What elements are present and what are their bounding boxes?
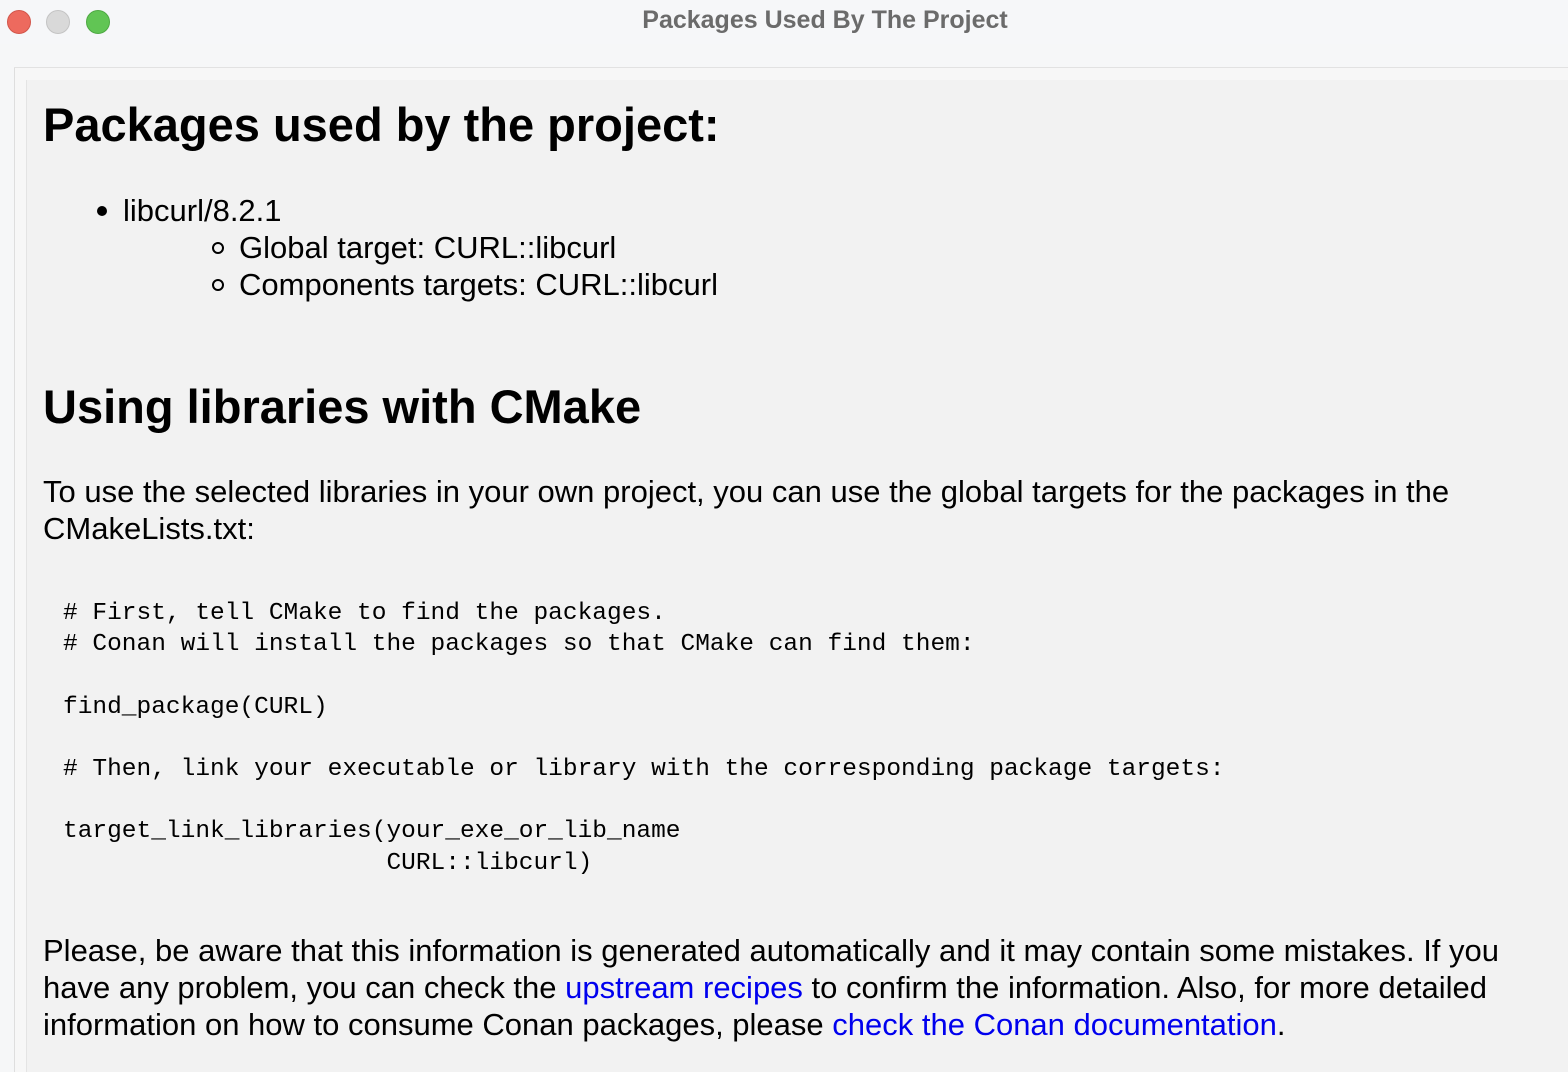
intro-line-1: To use the selected libraries in your ow… [43,474,1450,509]
bullet-disc-icon [97,206,107,216]
disclaimer-text: . [1276,1007,1286,1042]
package-detail-global-target: Global target: CURL::libcurl [123,229,718,266]
package-details-list: Global target: CURL::libcurl Components … [123,229,718,303]
code-line: find_package(CURL) [63,693,328,721]
intro-line-2: CMakeLists.txt: [43,511,255,546]
package-detail-text: Global target: CURL::libcurl [239,230,617,265]
conan-documentation-link[interactable]: check the Conan documentation [832,1007,1277,1042]
bullet-circle-icon [212,242,224,254]
code-line: # Conan will install the packages so tha… [63,631,975,659]
window-title: Packages Used By The Project [642,6,1008,34]
cmake-heading: Using libraries with CMake [43,380,642,433]
code-line: # Then, link your executable or library … [63,755,1225,783]
package-item: libcurl/8.2.1 Global target: CURL::libcu… [87,192,718,303]
content-area[interactable]: Packages used by the project: libcurl/8.… [26,80,1568,1072]
code-line: # First, tell CMake to find the packages… [63,600,666,627]
package-detail-components-targets: Components targets: CURL::libcurl [123,266,718,303]
code-block: # First, tell CMake to find the packages… [63,598,1225,879]
intro-paragraph: To use the selected libraries in your ow… [43,473,1543,547]
disclaimer-paragraph: Please, be aware that this information i… [43,932,1553,1043]
title-bar[interactable]: Packages Used By The Project [0,0,1568,44]
packages-heading: Packages used by the project: [43,98,720,151]
bullet-circle-icon [212,279,224,291]
code-line: target_link_libraries(your_exe_or_lib_na… [63,818,681,846]
package-list: libcurl/8.2.1 Global target: CURL::libcu… [87,192,718,303]
package-detail-text: Components targets: CURL::libcurl [239,267,718,302]
package-name: libcurl/8.2.1 [123,193,282,228]
upstream-recipes-link[interactable]: upstream recipes [565,970,803,1005]
code-line: CURL::libcurl) [63,849,593,877]
app-window: Packages Used By The Project Packages us… [0,0,1568,1072]
